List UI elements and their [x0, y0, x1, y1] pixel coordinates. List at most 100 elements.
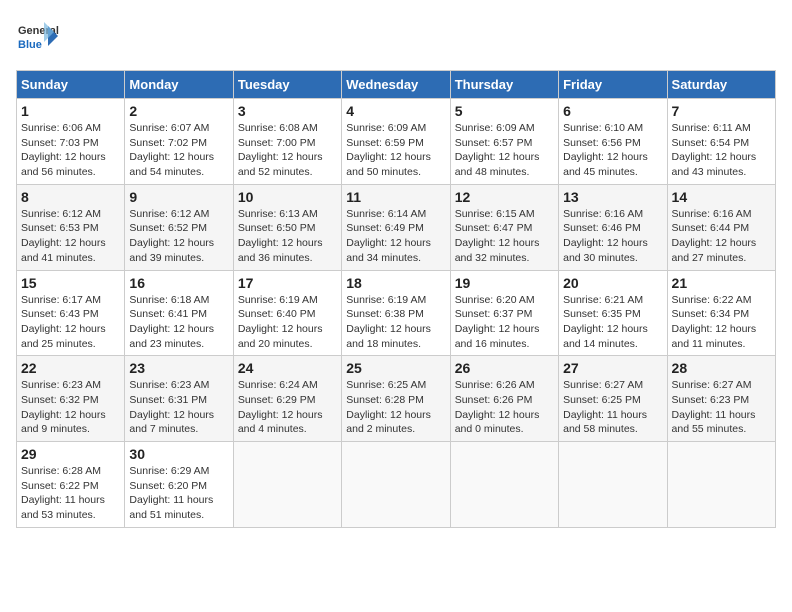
day-info: Sunrise: 6:10 AMSunset: 6:56 PMDaylight:…	[563, 121, 662, 180]
day-info: Sunrise: 6:09 AMSunset: 6:59 PMDaylight:…	[346, 121, 445, 180]
day-number: 10	[238, 189, 337, 205]
day-number: 6	[563, 103, 662, 119]
day-number: 16	[129, 275, 228, 291]
calendar-week-row: 8Sunrise: 6:12 AMSunset: 6:53 PMDaylight…	[17, 184, 776, 270]
day-number: 3	[238, 103, 337, 119]
day-info: Sunrise: 6:20 AMSunset: 6:37 PMDaylight:…	[455, 293, 554, 352]
day-number: 13	[563, 189, 662, 205]
calendar-day-13: 13Sunrise: 6:16 AMSunset: 6:46 PMDayligh…	[559, 184, 667, 270]
day-info: Sunrise: 6:13 AMSunset: 6:50 PMDaylight:…	[238, 207, 337, 266]
day-number: 5	[455, 103, 554, 119]
day-number: 27	[563, 360, 662, 376]
day-info: Sunrise: 6:19 AMSunset: 6:38 PMDaylight:…	[346, 293, 445, 352]
calendar-day-9: 9Sunrise: 6:12 AMSunset: 6:52 PMDaylight…	[125, 184, 233, 270]
calendar-day-5: 5 Sunrise: 6:09 AMSunset: 6:57 PMDaylight…	[450, 99, 558, 185]
day-number: 25	[346, 360, 445, 376]
calendar-day-4: 4Sunrise: 6:09 AMSunset: 6:59 PMDaylight…	[342, 99, 450, 185]
weekday-header-tuesday: Tuesday	[233, 71, 341, 99]
weekday-header-saturday: Saturday	[667, 71, 775, 99]
header: General Blue	[16, 16, 776, 60]
day-info: Sunrise: 6:23 AMSunset: 6:31 PMDaylight:…	[129, 378, 228, 437]
day-info: Sunrise: 6:06 AMSunset: 7:03 PMDaylight:…	[21, 121, 120, 180]
day-info: Sunrise: 6:18 AMSunset: 6:41 PMDaylight:…	[129, 293, 228, 352]
day-number: 12	[455, 189, 554, 205]
calendar-week-row: 22 Sunrise: 6:23 AMSunset: 6:32 PMDayligh…	[17, 356, 776, 442]
calendar-day-6: 6 Sunrise: 6:10 AMSunset: 6:56 PMDaylight…	[559, 99, 667, 185]
calendar-day-27: 27 Sunrise: 6:27 AMSunset: 6:25 PMDayligh…	[559, 356, 667, 442]
calendar-day-11: 11 Sunrise: 6:14 AMSunset: 6:49 PMDayligh…	[342, 184, 450, 270]
calendar-day-23: 23 Sunrise: 6:23 AMSunset: 6:31 PMDayligh…	[125, 356, 233, 442]
svg-text:Blue: Blue	[18, 39, 42, 51]
day-number: 29	[21, 446, 120, 462]
calendar-day-25: 25 Sunrise: 6:25 AMSunset: 6:28 PMDayligh…	[342, 356, 450, 442]
calendar-day-22: 22 Sunrise: 6:23 AMSunset: 6:32 PMDayligh…	[17, 356, 125, 442]
calendar-week-row: 1 Sunrise: 6:06 AMSunset: 7:03 PMDaylight…	[17, 99, 776, 185]
calendar-day-16: 16 Sunrise: 6:18 AMSunset: 6:41 PMDayligh…	[125, 270, 233, 356]
logo-graphic: General Blue	[16, 16, 60, 60]
weekday-header-row: SundayMondayTuesdayWednesdayThursdayFrid…	[17, 71, 776, 99]
weekday-header-friday: Friday	[559, 71, 667, 99]
calendar-day-21: 21Sunrise: 6:22 AMSunset: 6:34 PMDayligh…	[667, 270, 775, 356]
day-info: Sunrise: 6:17 AMSunset: 6:43 PMDaylight:…	[21, 293, 120, 352]
calendar-day-20: 20 Sunrise: 6:21 AMSunset: 6:35 PMDayligh…	[559, 270, 667, 356]
day-info: Sunrise: 6:21 AMSunset: 6:35 PMDaylight:…	[563, 293, 662, 352]
calendar-day-1: 1 Sunrise: 6:06 AMSunset: 7:03 PMDaylight…	[17, 99, 125, 185]
day-info: Sunrise: 6:08 AMSunset: 7:00 PMDaylight:…	[238, 121, 337, 180]
day-number: 15	[21, 275, 120, 291]
day-info: Sunrise: 6:07 AMSunset: 7:02 PMDaylight:…	[129, 121, 228, 180]
day-number: 9	[129, 189, 228, 205]
day-info: Sunrise: 6:27 AMSunset: 6:23 PMDaylight:…	[672, 378, 771, 437]
day-info: Sunrise: 6:26 AMSunset: 6:26 PMDaylight:…	[455, 378, 554, 437]
day-number: 26	[455, 360, 554, 376]
calendar-week-row: 15 Sunrise: 6:17 AMSunset: 6:43 PMDayligh…	[17, 270, 776, 356]
day-info: Sunrise: 6:25 AMSunset: 6:28 PMDaylight:…	[346, 378, 445, 437]
day-info: Sunrise: 6:24 AMSunset: 6:29 PMDaylight:…	[238, 378, 337, 437]
calendar-day-14: 14 Sunrise: 6:16 AMSunset: 6:44 PMDayligh…	[667, 184, 775, 270]
day-number: 2	[129, 103, 228, 119]
day-info: Sunrise: 6:27 AMSunset: 6:25 PMDaylight:…	[563, 378, 662, 437]
calendar-day-17: 17Sunrise: 6:19 AMSunset: 6:40 PMDayligh…	[233, 270, 341, 356]
empty-cell	[342, 442, 450, 528]
day-number: 24	[238, 360, 337, 376]
day-number: 7	[672, 103, 771, 119]
weekday-header-wednesday: Wednesday	[342, 71, 450, 99]
day-number: 1	[21, 103, 120, 119]
calendar-day-8: 8Sunrise: 6:12 AMSunset: 6:53 PMDaylight…	[17, 184, 125, 270]
day-number: 18	[346, 275, 445, 291]
day-info: Sunrise: 6:09 AMSunset: 6:57 PMDaylight:…	[455, 121, 554, 180]
day-number: 14	[672, 189, 771, 205]
empty-cell	[559, 442, 667, 528]
calendar-day-30: 30 Sunrise: 6:29 AMSunset: 6:20 PMDayligh…	[125, 442, 233, 528]
calendar-day-19: 19 Sunrise: 6:20 AMSunset: 6:37 PMDayligh…	[450, 270, 558, 356]
logo: General Blue	[16, 16, 60, 60]
calendar-day-26: 26 Sunrise: 6:26 AMSunset: 6:26 PMDayligh…	[450, 356, 558, 442]
day-number: 30	[129, 446, 228, 462]
day-number: 11	[346, 189, 445, 205]
day-number: 28	[672, 360, 771, 376]
day-info: Sunrise: 6:22 AMSunset: 6:34 PMDaylight:…	[672, 293, 771, 352]
calendar-day-3: 3 Sunrise: 6:08 AMSunset: 7:00 PMDaylight…	[233, 99, 341, 185]
day-info: Sunrise: 6:23 AMSunset: 6:32 PMDaylight:…	[21, 378, 120, 437]
day-info: Sunrise: 6:16 AMSunset: 6:44 PMDaylight:…	[672, 207, 771, 266]
logo-container: General Blue	[16, 16, 60, 60]
calendar-day-24: 24 Sunrise: 6:24 AMSunset: 6:29 PMDayligh…	[233, 356, 341, 442]
day-info: Sunrise: 6:28 AMSunset: 6:22 PMDaylight:…	[21, 464, 120, 523]
day-number: 20	[563, 275, 662, 291]
calendar-table: SundayMondayTuesdayWednesdayThursdayFrid…	[16, 70, 776, 528]
empty-cell	[667, 442, 775, 528]
day-info: Sunrise: 6:19 AMSunset: 6:40 PMDaylight:…	[238, 293, 337, 352]
day-number: 22	[21, 360, 120, 376]
day-number: 23	[129, 360, 228, 376]
day-info: Sunrise: 6:29 AMSunset: 6:20 PMDaylight:…	[129, 464, 228, 523]
day-info: Sunrise: 6:14 AMSunset: 6:49 PMDaylight:…	[346, 207, 445, 266]
calendar-week-row: 29 Sunrise: 6:28 AMSunset: 6:22 PMDayligh…	[17, 442, 776, 528]
day-number: 8	[21, 189, 120, 205]
weekday-header-thursday: Thursday	[450, 71, 558, 99]
calendar-day-28: 28 Sunrise: 6:27 AMSunset: 6:23 PMDayligh…	[667, 356, 775, 442]
weekday-header-sunday: Sunday	[17, 71, 125, 99]
weekday-header-monday: Monday	[125, 71, 233, 99]
empty-cell	[450, 442, 558, 528]
day-info: Sunrise: 6:11 AMSunset: 6:54 PMDaylight:…	[672, 121, 771, 180]
day-number: 19	[455, 275, 554, 291]
day-info: Sunrise: 6:15 AMSunset: 6:47 PMDaylight:…	[455, 207, 554, 266]
